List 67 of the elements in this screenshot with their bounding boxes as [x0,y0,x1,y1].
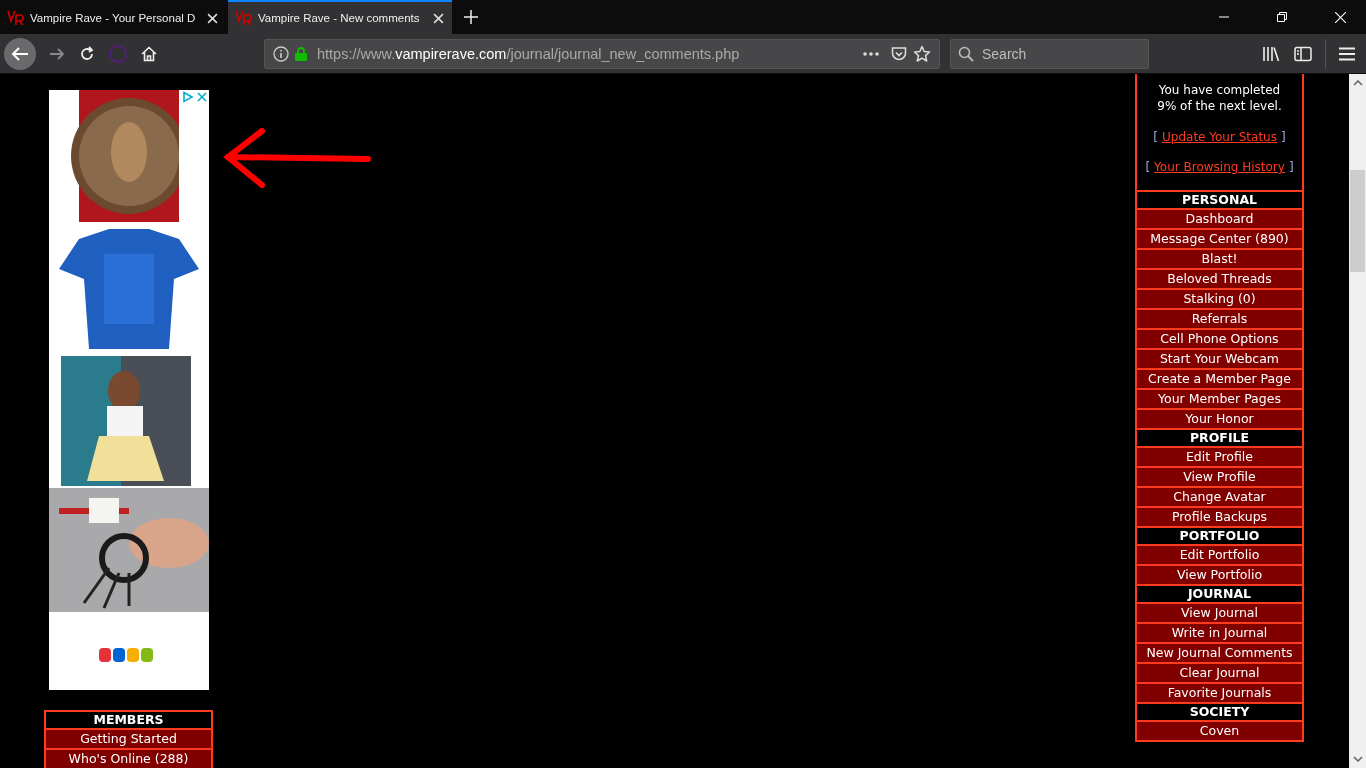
menu-item[interactable]: Clear Journal [1137,664,1302,682]
restore-icon[interactable] [1277,12,1287,22]
menu-item[interactable]: Coven [1137,722,1302,740]
site-logo-icon [235,10,253,26]
library-icon[interactable] [1262,45,1280,62]
status-link[interactable]: Update Your Status [1162,130,1277,144]
menu-item[interactable]: Create a Member Page [1137,370,1302,388]
menu-item[interactable]: Change Avatar [1137,488,1302,506]
menu-item[interactable]: Referrals [1137,310,1302,328]
search-icon [958,45,974,62]
menu-item[interactable]: Who's Online (288) [46,750,211,768]
menu-item[interactable]: Edit Portfolio [1137,546,1302,564]
bracket: ] [1280,130,1286,144]
pocket-icon[interactable] [891,45,907,62]
sidebar-icon[interactable] [1294,45,1312,62]
menu-item[interactable]: Message Center (890) [1137,230,1302,248]
scrollbar-thumb[interactable] [1350,170,1365,272]
home-icon[interactable] [141,45,157,62]
menu-header: PORTFOLIO [1137,528,1302,544]
browser-tab[interactable]: Vampire Rave - New comments [228,0,452,34]
menu-header: SOCIETY [1137,704,1302,720]
menu-item[interactable]: Cell Phone Options [1137,330,1302,348]
site-logo-icon [7,10,25,26]
menu-item[interactable]: Your Honor [1137,410,1302,428]
bracket: ] [1288,160,1294,174]
scroll-down-icon[interactable] [1352,756,1363,762]
more-icon[interactable] [863,51,879,56]
menu-item[interactable]: Stalking (0) [1137,290,1302,308]
menu-header: PERSONAL [1137,192,1302,208]
menu-icon[interactable] [1339,46,1355,61]
menu-header: JOURNAL [1137,586,1302,602]
menu-item[interactable]: View Portfolio [1137,566,1302,584]
menu-item[interactable]: View Journal [1137,604,1302,622]
scrollbar[interactable] [1349,74,1366,768]
status-text: You have completed 9% of the next level. [1157,82,1282,114]
menu-item[interactable]: View Profile [1137,468,1302,486]
lock-icon [295,46,307,61]
bracket: [ [1145,160,1151,174]
menu-header: MEMBERS [46,712,211,728]
bracket: [ [1153,130,1158,144]
tab-title: Vampire Rave - Your Personal D [30,12,197,24]
info-icon[interactable] [273,45,289,62]
menu-item[interactable]: Getting Started [46,730,211,748]
forward-icon[interactable] [49,45,65,62]
menu-item[interactable]: Blast! [1137,250,1302,268]
menu-item[interactable]: New Journal Comments [1137,644,1302,662]
menu-item[interactable]: Start Your Webcam [1137,350,1302,368]
menu-item[interactable]: Edit Profile [1137,448,1302,466]
menu-item[interactable]: Write in Journal [1137,624,1302,642]
star-icon[interactable] [913,44,931,63]
browser-tab[interactable]: Vampire Rave - Your Personal D [0,0,226,34]
reload-icon[interactable] [79,45,95,62]
menu-item[interactable]: Dashboard [1137,210,1302,228]
menu-header: PROFILE [1137,430,1302,446]
url-text: https://www.vampirerave.com/journal/journal_new_comments.php [317,45,740,62]
new-tab-icon[interactable] [464,10,478,24]
menu-item[interactable]: Your Member Pages [1137,390,1302,408]
menu-item[interactable]: Beloved Threads [1137,270,1302,288]
search-field[interactable]: Search [950,38,1149,69]
menu-item[interactable]: Profile Backups [1137,508,1302,526]
back-icon[interactable] [4,37,36,70]
ad-info-icon[interactable] [181,91,194,103]
scroll-up-icon[interactable] [1352,80,1363,86]
status-link[interactable]: Your Browsing History [1154,160,1285,174]
address-bar[interactable]: https://www.vampirerave.com/journal/journal_new_comments.php [264,38,940,69]
tab-title: Vampire Rave - New comments [258,12,421,24]
menu-item[interactable]: Favorite Journals [1137,684,1302,702]
